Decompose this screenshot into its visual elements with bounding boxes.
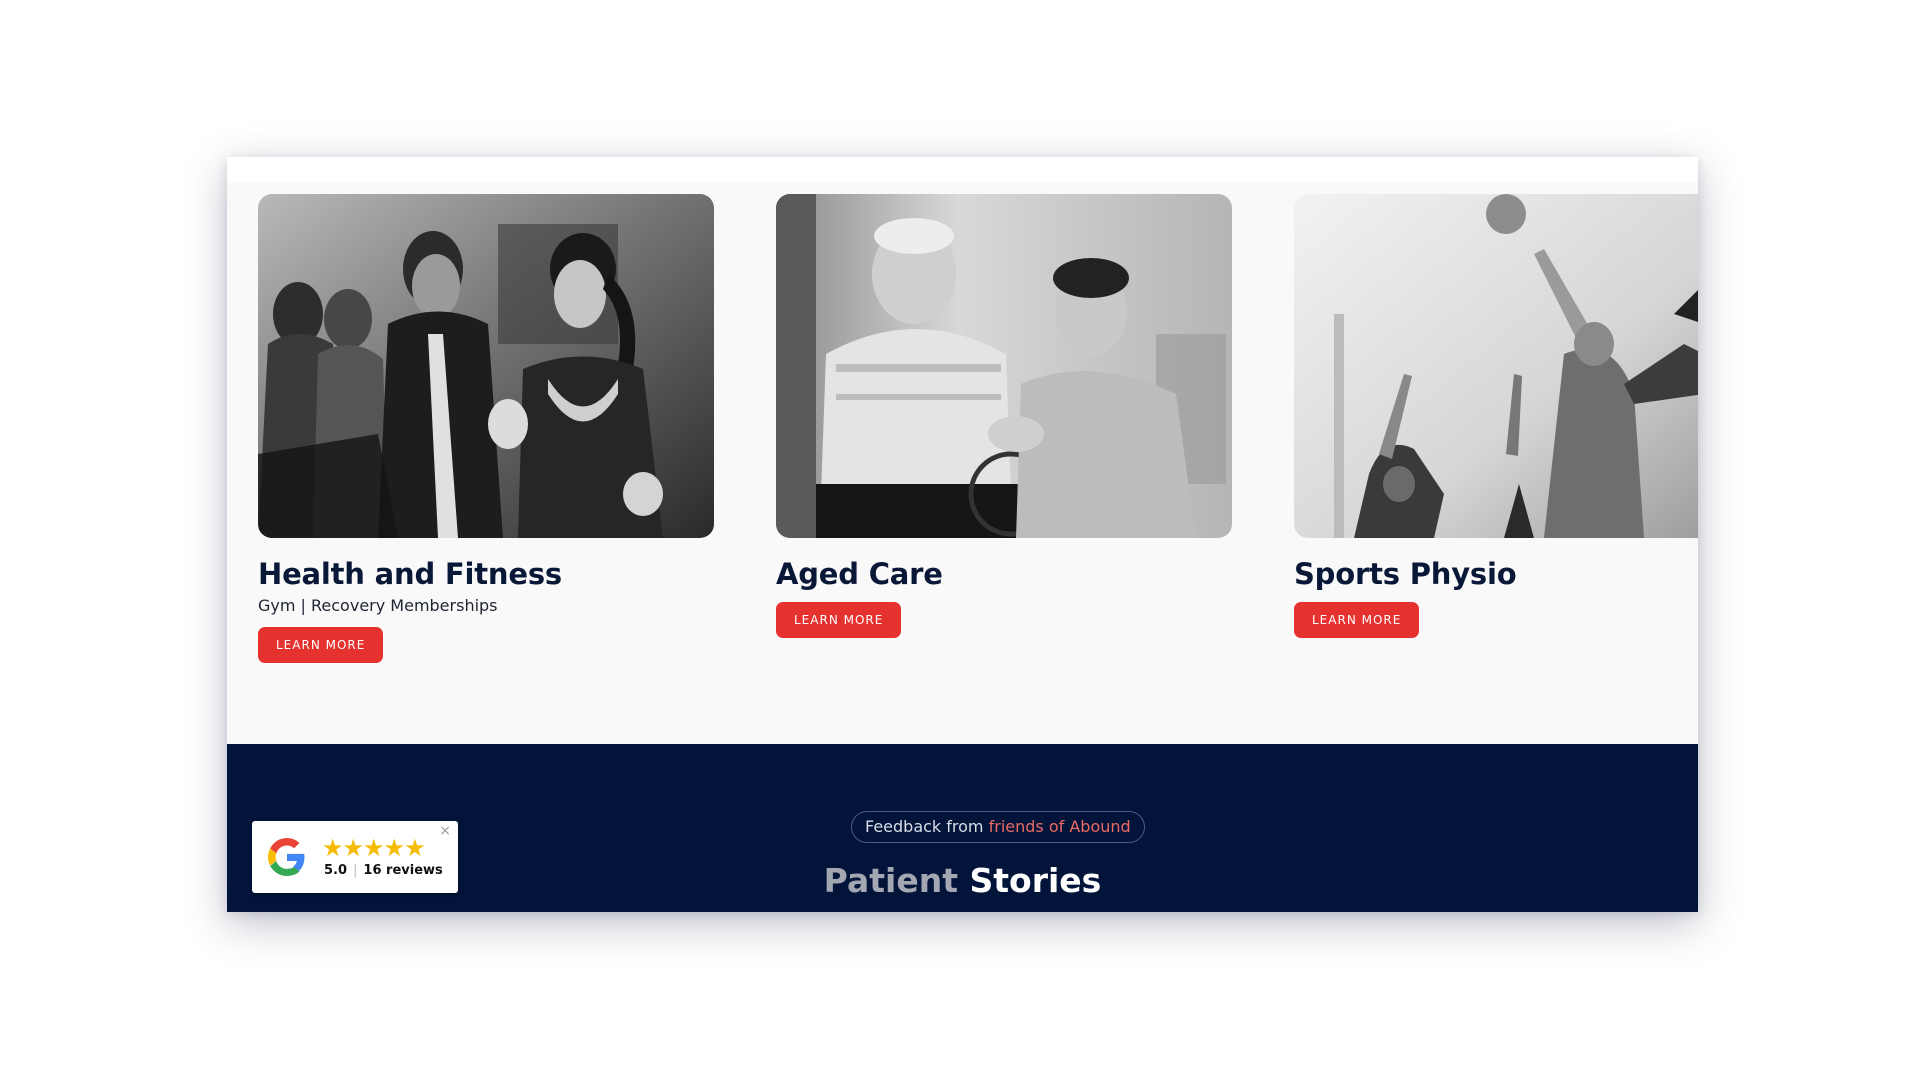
- page-viewport: Health and Fitness Gym | Recovery Member…: [227, 157, 1698, 912]
- pill-accent: friends of Abound: [988, 817, 1131, 836]
- learn-more-button[interactable]: LEARN MORE: [776, 602, 902, 638]
- service-card-health-fitness: Health and Fitness Gym | Recovery Member…: [258, 194, 714, 663]
- card-subtitle: Gym | Recovery Memberships: [258, 596, 498, 615]
- sports-physio-image[interactable]: [1294, 194, 1698, 538]
- rating-separator: |: [353, 863, 358, 878]
- card-title: Sports Physio: [1294, 557, 1517, 591]
- service-card-sports-physio: Sports Physio LEARN MORE: [1294, 194, 1698, 638]
- review-count: 16 reviews: [363, 863, 443, 878]
- header-strip: [227, 157, 1698, 182]
- google-reviews-badge[interactable]: ★★★★★ 5.0 | 16 reviews ×: [252, 821, 458, 893]
- close-icon[interactable]: ×: [439, 823, 451, 839]
- service-card-aged-care: Aged Care LEARN MORE: [776, 194, 1232, 638]
- star-rating-icons: ★★★★★: [322, 834, 426, 862]
- feedback-pill: Feedback from friends of Abound: [851, 811, 1145, 843]
- learn-more-button[interactable]: LEARN MORE: [258, 627, 384, 663]
- testimonials-section: Feedback from friends of Abound Patient …: [227, 744, 1698, 912]
- heading-muted: Patient: [823, 861, 958, 900]
- learn-more-button[interactable]: LEARN MORE: [1294, 602, 1420, 638]
- pill-prefix: Feedback from: [865, 817, 984, 836]
- heading-main: Stories: [969, 861, 1102, 900]
- card-title: Health and Fitness: [258, 557, 562, 591]
- aged-care-image[interactable]: [776, 194, 1232, 538]
- rating-value: 5.0: [324, 863, 348, 878]
- card-title: Aged Care: [776, 557, 943, 591]
- health-fitness-image[interactable]: [258, 194, 714, 538]
- google-logo-icon: [268, 838, 305, 876]
- rating-summary: 5.0 | 16 reviews: [324, 863, 443, 878]
